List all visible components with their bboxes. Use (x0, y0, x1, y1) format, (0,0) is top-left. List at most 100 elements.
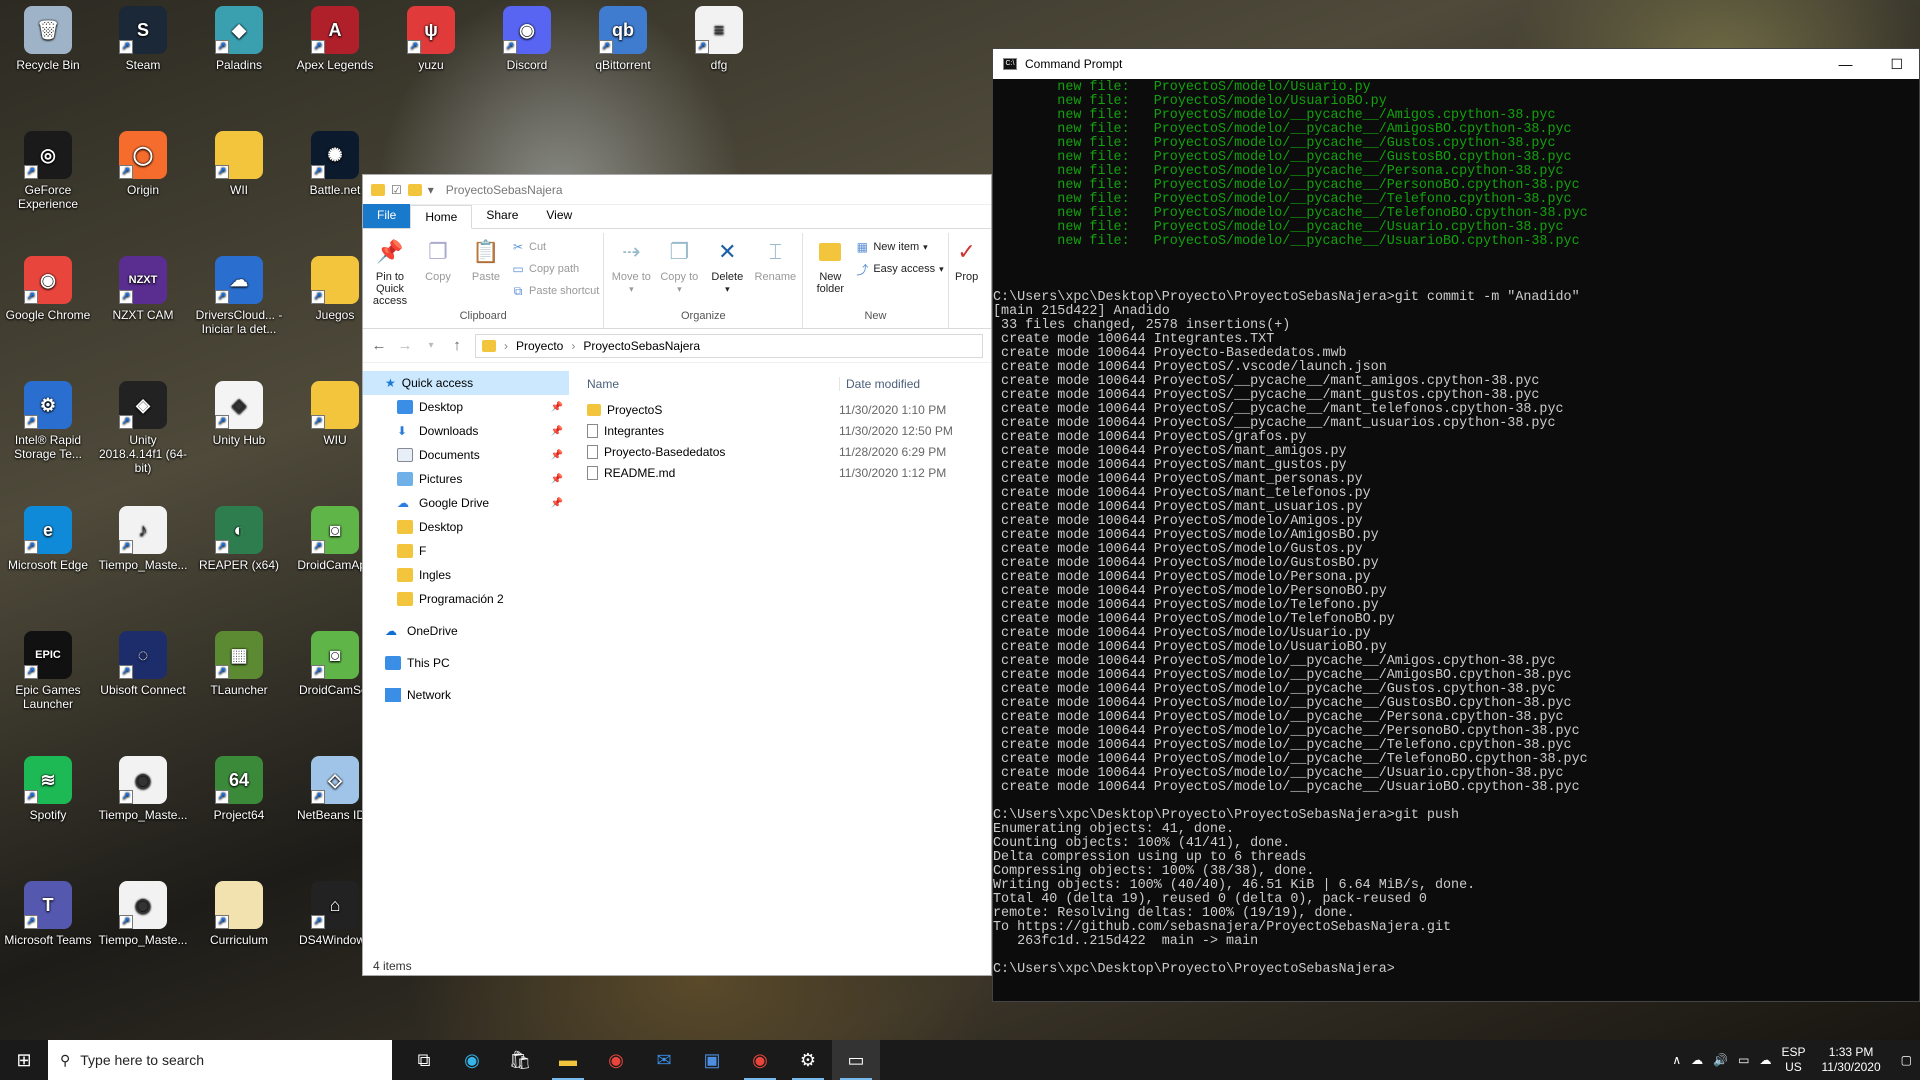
nav-downloads[interactable]: ⬇ Downloads 📌 (363, 419, 569, 443)
desktop-icon-driverscloud[interactable]: ☁ ↗ DriversCloud... - Iniciar la det... (193, 256, 285, 336)
cut-button[interactable]: ✂ Cut (511, 237, 599, 257)
tab-view[interactable]: View (532, 204, 586, 228)
file-explorer-taskbar-icon[interactable]: ▬ (544, 1040, 592, 1080)
file-row[interactable]: Proyecto-Basededatos 11/28/2020 6:29 PM (579, 441, 991, 462)
cmd-taskbar-icon[interactable]: ▭ (832, 1040, 880, 1080)
desktop-icon-qbittorrent[interactable]: qb ↗ qBittorrent (577, 6, 669, 72)
file-row[interactable]: ProyectoS 11/30/2020 1:10 PM (579, 399, 991, 420)
nav-desktop-recent[interactable]: Desktop (363, 515, 569, 539)
delete-button[interactable]: ✕ Delete ▾ (704, 233, 750, 310)
nav-google-drive[interactable]: ☁ Google Drive 📌 (363, 491, 569, 515)
network-icon[interactable]: ▭ (1738, 1053, 1749, 1067)
desktop-icon-audio-file[interactable]: ♪ ↗ Tiempo_Maste... (97, 506, 189, 572)
volume-icon[interactable]: 🔊 (1713, 1053, 1728, 1067)
windows-start-icon[interactable]: ⊞ (0, 1040, 48, 1080)
nav-desktop[interactable]: Desktop 📌 (363, 395, 569, 419)
show-hidden-icons-icon[interactable]: ∧ (1672, 1053, 1681, 1067)
quick-access-properties-icon[interactable]: ☑ (391, 183, 402, 197)
nav-network[interactable]: Network (363, 683, 569, 707)
desktop-icon-unity-hub[interactable]: ◈ ↗ Unity Hub (193, 381, 285, 447)
steam-taskbar-icon[interactable]: ⚙ (784, 1040, 832, 1080)
edge-taskbar-icon[interactable]: ◉ (448, 1040, 496, 1080)
explorer-titlebar[interactable]: ☑ ▾ ProyectoSebasNajera (363, 175, 991, 205)
chrome-taskbar-icon[interactable]: ◉ (592, 1040, 640, 1080)
desktop-icon-apex[interactable]: A ↗ Apex Legends (289, 6, 381, 72)
desktop-icon-origin[interactable]: ◯ ↗ Origin (97, 131, 189, 197)
desktop-icon-teams[interactable]: T ↗ Microsoft Teams (2, 881, 94, 947)
column-name[interactable]: Name (579, 377, 839, 391)
copy-to-button[interactable]: ❐ Copy to ▾ (656, 233, 702, 310)
desktop-icon-geforce[interactable]: ◎ ↗ GeForce Experience (2, 131, 94, 211)
breadcrumb[interactable]: › Proyecto › ProyectoSebasNajera (475, 333, 983, 358)
qat-dropdown-icon[interactable]: ▾ (428, 183, 434, 197)
easy-access-button[interactable]: ⤴ Easy access ▾ (855, 259, 943, 279)
desktop-icon-audio-file[interactable]: ◉ ↗ Tiempo_Maste... (97, 881, 189, 947)
forward-icon[interactable]: → (397, 337, 413, 354)
desktop-icon-discord[interactable]: ◉ ↗ Discord (481, 6, 573, 72)
paste-button[interactable]: 📋 Paste (463, 233, 509, 310)
app-taskbar-icon[interactable]: ▣ (688, 1040, 736, 1080)
desktop-icon-folder[interactable]: ↗ Curriculum (193, 881, 285, 947)
desktop-icon-chrome[interactable]: ◉ ↗ Google Chrome (2, 256, 94, 322)
tab-home[interactable]: Home (410, 205, 473, 229)
nav-onedrive[interactable]: ☁ OneDrive (363, 619, 569, 643)
store-taskbar-icon[interactable]: 🛍 (496, 1040, 544, 1080)
cmd-titlebar[interactable]: C:\ Command Prompt — ☐ (993, 49, 1919, 79)
nav-documents[interactable]: Documents 📌 (363, 443, 569, 467)
notifications-icon[interactable]: ▢ (1901, 1053, 1912, 1067)
paste-shortcut-button[interactable]: ⧉ Paste shortcut (511, 281, 600, 301)
desktop-icon-nzxt[interactable]: NZXT ↗ NZXT CAM (97, 256, 189, 322)
desktop-icon-spotify[interactable]: ≋ ↗ Spotify (2, 756, 94, 822)
mail-taskbar-icon[interactable]: ✉ (640, 1040, 688, 1080)
desktop-icon-unity[interactable]: ◈ ↗ Unity 2018.4.14f1 (64-bit) (97, 381, 189, 475)
chrome-profile-taskbar-icon[interactable]: ◉ (736, 1040, 784, 1080)
search-box[interactable]: ⚲ Type here to search (48, 1040, 392, 1080)
nav-pictures[interactable]: Pictures 📌 (363, 467, 569, 491)
nav-programacion[interactable]: Programación 2 (363, 587, 569, 611)
move-to-button[interactable]: ⇢ Move to ▾ (608, 233, 654, 310)
desktop-icon-folder[interactable]: ↗ WII (193, 131, 285, 197)
desktop-icon-intel[interactable]: ⚙ ↗ Intel® Rapid Storage Te... (2, 381, 94, 461)
desktop-icon-yuzu[interactable]: ψ ↗ yuzu (385, 6, 477, 72)
rename-button[interactable]: ⌶ Rename (752, 233, 798, 310)
desktop-icon-paladins[interactable]: ◆ ↗ Paladins (193, 6, 285, 72)
breadcrumb-proyecto[interactable]: Proyecto (516, 339, 563, 353)
column-date[interactable]: Date modified (839, 377, 920, 391)
file-row[interactable]: Integrantes 11/30/2020 12:50 PM (579, 420, 991, 441)
properties-button[interactable]: ✓ Prop (953, 233, 981, 328)
desktop-icon-text-file[interactable]: ≡ ↗ dfg (673, 6, 765, 72)
new-folder-icon[interactable] (407, 183, 422, 196)
language-indicator[interactable]: ESP US (1781, 1045, 1805, 1075)
breadcrumb-current[interactable]: ProyectoSebasNajera (583, 339, 700, 353)
recent-locations-icon[interactable]: ▾ (423, 340, 439, 351)
tab-file[interactable]: File (363, 204, 411, 228)
copy-button[interactable]: ❐ Copy (415, 233, 461, 310)
desktop-icon-reaper[interactable]: ◐ ↗ REAPER (x64) (193, 506, 285, 572)
desktop-icon-epic-games[interactable]: EPIC ↗ Epic Games Launcher (2, 631, 94, 711)
desktop-icon-recycle-bin[interactable]: 🗑 Recycle Bin (2, 6, 94, 72)
desktop-icon-audio-file[interactable]: ◉ ↗ Tiempo_Maste... (97, 756, 189, 822)
tab-share[interactable]: Share (472, 204, 532, 228)
copy-path-button[interactable]: ▭ Copy path (511, 259, 599, 279)
terminal-output[interactable]: new file: ProyectoS/modelo/Usuario.py ne… (993, 79, 1919, 999)
up-icon[interactable]: ↑ (449, 337, 465, 354)
desktop-icon-steam[interactable]: S ↗ Steam (97, 6, 189, 72)
new-folder-button[interactable]: New folder (807, 233, 853, 310)
clock[interactable]: 1:33 PM 11/30/2020 (1821, 1045, 1880, 1075)
new-item-button[interactable]: ▦ New item ▾ (855, 237, 943, 257)
task-view-icon[interactable]: ⧉ (400, 1040, 448, 1080)
nav-this-pc[interactable]: This PC (363, 651, 569, 675)
minimize-icon[interactable]: — (1838, 56, 1852, 73)
desktop-icon-ubisoft[interactable]: ◌ ↗ Ubisoft Connect (97, 631, 189, 697)
nav-quick-access[interactable]: ★ Quick access (363, 371, 569, 395)
maximize-icon[interactable]: ☐ (1890, 56, 1903, 73)
desktop-icon-project64[interactable]: 64 ↗ Project64 (193, 756, 285, 822)
desktop-icon-edge[interactable]: e ↗ Microsoft Edge (2, 506, 94, 572)
file-row[interactable]: README.md 11/30/2020 1:12 PM (579, 462, 991, 483)
back-icon[interactable]: ← (371, 337, 387, 354)
pin-quick-access-button[interactable]: 📌 Pin to Quick access (367, 233, 413, 310)
desktop-icon-tlauncher[interactable]: ▦ ↗ TLauncher (193, 631, 285, 697)
onedrive-tray-icon[interactable]: ☁ (1759, 1053, 1771, 1067)
nav-f[interactable]: F (363, 539, 569, 563)
cloud-icon[interactable]: ☁ (1691, 1053, 1703, 1067)
